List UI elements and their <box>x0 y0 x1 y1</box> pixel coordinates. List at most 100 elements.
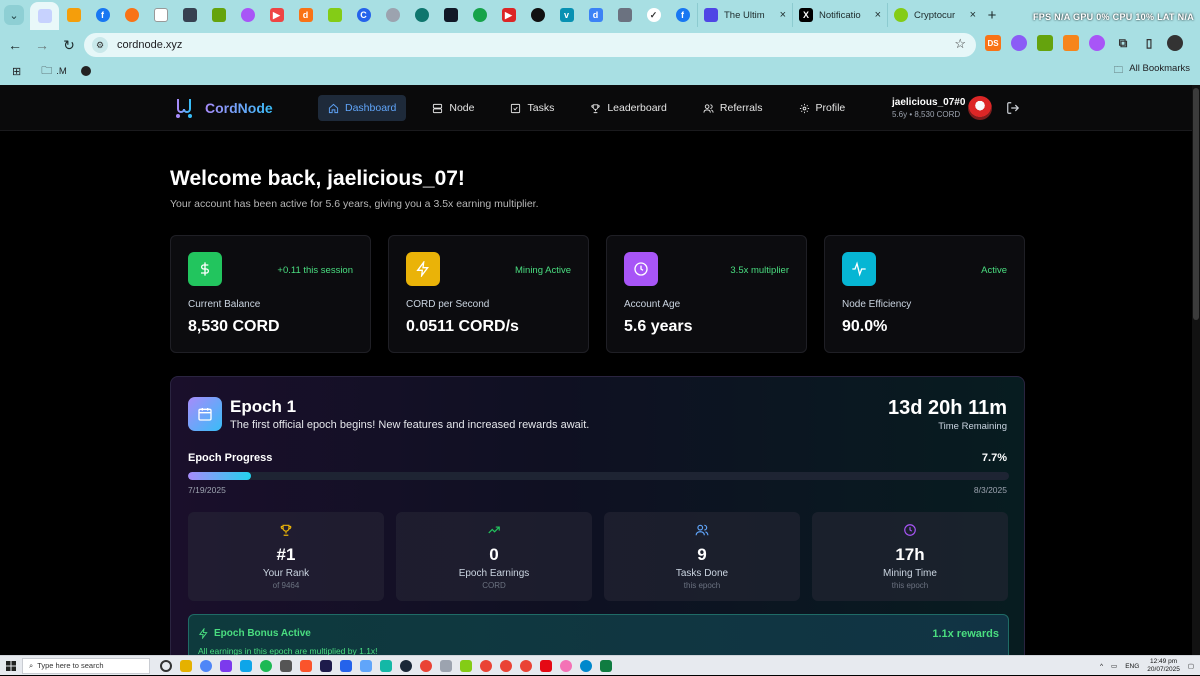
epoch-time-remaining: 13d 20h 11m <box>888 397 1007 419</box>
nav-leaderboard[interactable]: Leaderboard <box>580 95 677 121</box>
steam-icon[interactable] <box>400 659 412 672</box>
network-icon[interactable]: ▭ <box>1111 662 1117 670</box>
pinned-tab[interactable] <box>320 3 349 27</box>
pinned-tab[interactable] <box>175 3 204 27</box>
pinned-tab[interactable] <box>407 3 436 27</box>
nav-tasks[interactable]: Tasks <box>500 95 564 121</box>
close-icon[interactable]: × <box>875 9 881 21</box>
browser-tab[interactable]: Cryptocur × <box>887 3 982 27</box>
menu-icon[interactable]: ⋮ <box>1193 35 1200 51</box>
pinned-tab[interactable]: ▶ <box>262 3 291 27</box>
pinned-tab[interactable]: ▶ <box>494 3 523 27</box>
brave-icon[interactable] <box>300 659 312 672</box>
windows-start-icon[interactable] <box>0 656 22 676</box>
epoch-time-label: Time Remaining <box>938 421 1007 432</box>
tab-search-button[interactable]: ⌄ <box>4 5 24 25</box>
app-icon[interactable] <box>240 659 252 672</box>
close-icon[interactable]: × <box>970 9 976 21</box>
browser-tab[interactable]: The Ultim × <box>697 3 792 27</box>
premiere-icon[interactable] <box>320 659 332 672</box>
extension-icon[interactable] <box>1011 35 1027 51</box>
chrome-icon[interactable] <box>200 659 212 672</box>
nav-profile[interactable]: Profile <box>789 95 856 121</box>
pinned-tab[interactable]: C <box>349 3 378 27</box>
excel-icon[interactable] <box>600 659 612 672</box>
globe-icon[interactable] <box>80 66 91 76</box>
pinned-tab[interactable]: d <box>581 3 610 27</box>
app-icon[interactable] <box>380 659 392 672</box>
netflix-icon[interactable] <box>540 659 552 672</box>
pinned-tab[interactable]: f <box>88 3 117 27</box>
extension-icon[interactable]: DS <box>985 35 1001 51</box>
omnibox[interactable]: ⚙ cordnode.xyz ☆ <box>84 33 976 57</box>
metamask-icon[interactable] <box>1063 35 1079 51</box>
pinned-tab[interactable] <box>610 3 639 27</box>
pinned-tab[interactable] <box>204 3 233 27</box>
folder-icon[interactable]: 🗀 <box>41 62 52 81</box>
brand[interactable]: CordNode <box>173 97 273 119</box>
folder-icon[interactable] <box>180 659 192 672</box>
app-icon[interactable] <box>440 659 452 672</box>
pinned-tab[interactable]: f <box>668 3 697 27</box>
nav-referrals[interactable]: Referrals <box>693 95 773 121</box>
metric-value: 9 <box>697 545 707 564</box>
pinned-tab[interactable] <box>59 3 88 27</box>
site-info-icon[interactable]: ⚙ <box>92 37 108 53</box>
task-view-icon[interactable] <box>160 659 172 672</box>
puzzle-icon[interactable]: ⧉ <box>1115 35 1131 51</box>
sidebar-icon[interactable]: ▯ <box>1141 35 1157 51</box>
app-icon[interactable] <box>280 659 292 672</box>
pinned-tab[interactable] <box>146 3 175 27</box>
app-icon[interactable] <box>360 659 372 672</box>
pinned-tab[interactable]: ✓ <box>639 3 668 27</box>
avatar[interactable] <box>968 96 992 120</box>
nav-node[interactable]: Node <box>422 95 484 121</box>
bookmark-star-icon[interactable]: ☆ <box>954 36 966 52</box>
language-indicator[interactable]: ENG <box>1125 663 1139 670</box>
app-icon[interactable] <box>340 659 352 672</box>
clock[interactable]: 12:49 pm 20/07/2025 <box>1147 658 1180 674</box>
back-button[interactable]: ← <box>3 33 27 57</box>
scrollbar-thumb[interactable] <box>1193 88 1199 320</box>
taskbar-apps <box>160 659 612 672</box>
chrome-icon[interactable] <box>500 659 512 672</box>
pinned-tab[interactable]: v <box>552 3 581 27</box>
pinned-tab[interactable] <box>233 3 262 27</box>
spotify-icon[interactable] <box>260 659 272 672</box>
notification-icon[interactable]: ▢ <box>1188 662 1194 670</box>
logout-icon[interactable] <box>1006 101 1020 115</box>
user-summary[interactable]: jaelicious_07#0 5.6y • 8,530 CORD <box>892 97 965 119</box>
chrome-icon[interactable] <box>480 659 492 672</box>
extension-icon[interactable] <box>1089 35 1105 51</box>
new-tab-button[interactable]: + <box>982 7 1002 24</box>
pinned-tab[interactable]: d <box>291 3 320 27</box>
reload-button[interactable]: ↻ <box>57 33 81 57</box>
pinned-tab[interactable] <box>378 3 407 27</box>
taskbar-search[interactable]: ⌕ Type here to search <box>22 657 150 674</box>
tray-chevron-icon[interactable]: ^ <box>1100 663 1103 670</box>
all-bookmarks[interactable]: 🗀 All Bookmarks <box>1114 63 1190 79</box>
pinned-tab[interactable] <box>117 3 146 27</box>
url-text[interactable]: cordnode.xyz <box>117 39 182 51</box>
extension-icon[interactable] <box>1037 35 1053 51</box>
profile-avatar[interactable] <box>1167 35 1183 51</box>
app-icon[interactable] <box>460 659 472 672</box>
browser-tab[interactable]: X Notificatio × <box>792 3 887 27</box>
app-icon[interactable] <box>220 659 232 672</box>
pinned-tab[interactable] <box>465 3 494 27</box>
metric-sub: this epoch <box>683 581 721 590</box>
telegram-icon[interactable] <box>580 659 592 672</box>
app-icon[interactable] <box>560 659 572 672</box>
forward-button[interactable]: → <box>30 33 54 57</box>
close-icon[interactable]: × <box>780 9 786 21</box>
search-icon: ⌕ <box>29 660 34 670</box>
pinned-tab[interactable] <box>523 3 552 27</box>
chrome-icon[interactable] <box>520 659 532 672</box>
nav-dashboard[interactable]: Dashboard <box>318 95 407 121</box>
pinned-tab[interactable] <box>436 3 465 27</box>
pinned-tab-active[interactable] <box>30 2 59 30</box>
chrome-icon[interactable] <box>420 659 432 672</box>
bookmark-folder[interactable]: .M <box>56 66 67 77</box>
progress-percent: 7.7% <box>981 452 1007 464</box>
apps-icon[interactable]: ⊞ <box>12 65 21 78</box>
